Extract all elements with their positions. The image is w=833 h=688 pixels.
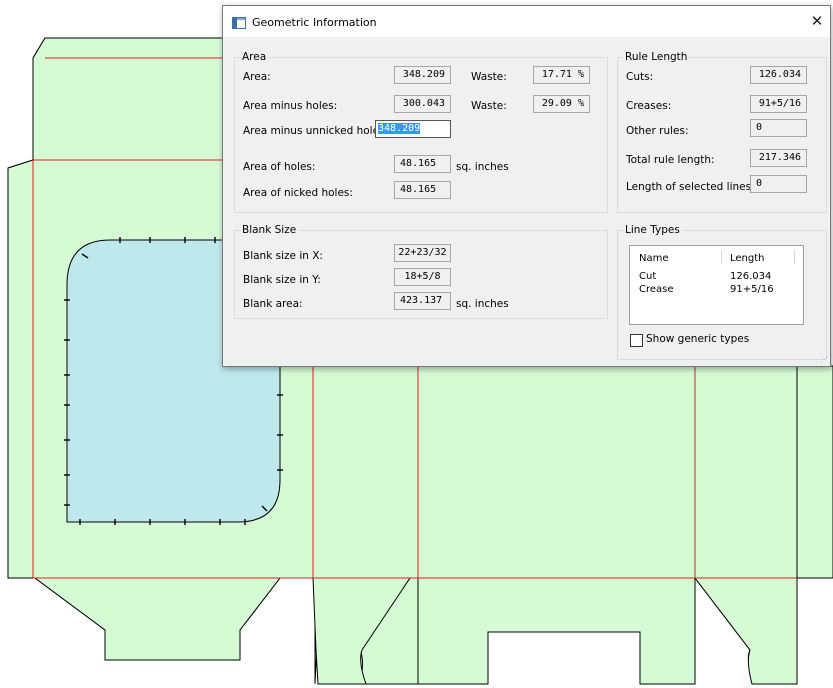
area-of-holes-value[interactable]: 48.165 — [394, 155, 451, 173]
selected-lines-length-label: Length of selected lines: — [626, 181, 755, 193]
dialog-title: Geometric Information — [252, 16, 377, 29]
line-type-row-name[interactable]: Crease — [639, 284, 674, 295]
waste-label-1: Waste: — [471, 71, 507, 83]
line-types-list[interactable]: Name Length Cut 126.034 Crease 91+5/16 — [629, 245, 804, 325]
resize-grip-icon[interactable]: ⋰ — [820, 355, 828, 364]
blank-size-x-label: Blank size in X: — [243, 250, 323, 262]
blank-size-y-label: Blank size in Y: — [243, 274, 321, 286]
blank-size-y-value[interactable]: 18+5/8 — [394, 268, 451, 286]
area-value[interactable]: 348.209 — [394, 66, 451, 84]
line-type-row-length[interactable]: 91+5/16 — [730, 284, 774, 295]
selected-text: 348.209 — [378, 123, 421, 134]
blank-size-group-legend: Blank Size — [240, 224, 299, 236]
blank-size-x-value[interactable]: 22+23/32 — [394, 244, 451, 262]
rule-length-group-legend: Rule Length — [623, 51, 690, 63]
line-type-row-name[interactable]: Cut — [639, 271, 656, 282]
selected-lines-length-value[interactable]: 0 — [750, 175, 807, 193]
close-button[interactable]: ✕ — [804, 6, 830, 37]
blank-size-group: Blank Size Blank size in X: 22+23/32 Bla… — [234, 224, 608, 319]
area-group-legend: Area — [240, 51, 269, 63]
rule-length-group: Rule Length Cuts: 126.034 Creases: 91+5/… — [617, 51, 827, 213]
creases-label: Creases: — [626, 100, 672, 112]
total-rule-length-label: Total rule length: — [626, 154, 715, 166]
area-of-nicked-holes-value[interactable]: 48.165 — [394, 181, 451, 199]
waste-value-1[interactable]: 17.71 % — [533, 66, 590, 84]
blank-area-value[interactable]: 423.137 — [394, 292, 451, 310]
blank-area-unit: sq. inches — [456, 298, 509, 310]
area-minus-unnicked-label: Area minus unnicked holes: — [243, 125, 389, 137]
line-type-row-length[interactable]: 126.034 — [730, 271, 771, 282]
show-generic-types-label[interactable]: Show generic types — [646, 333, 749, 345]
column-header-name[interactable]: Name — [639, 253, 669, 264]
column-separator — [794, 250, 795, 264]
geometric-information-dialog: Geometric Information ✕ Area Area: 348.2… — [222, 5, 831, 367]
waste-value-2[interactable]: 29.09 % — [533, 95, 590, 113]
column-header-length[interactable]: Length — [730, 253, 765, 264]
blank-area-label: Blank area: — [243, 298, 303, 310]
area-minus-holes-value[interactable]: 300.043 — [394, 95, 451, 113]
area-label: Area: — [243, 71, 271, 83]
area-group: Area Area: 348.209 Waste: 17.71 % Area m… — [234, 51, 608, 213]
cuts-value[interactable]: 126.034 — [750, 66, 807, 84]
area-of-nicked-holes-label: Area of nicked holes: — [243, 187, 353, 199]
window-app-icon — [232, 17, 246, 29]
area-minus-unnicked-value[interactable]: 348.209 — [375, 120, 451, 138]
line-types-group: Line Types Name Length Cut 126.034 Creas… — [617, 224, 827, 360]
waste-label-2: Waste: — [471, 100, 507, 112]
column-separator — [721, 250, 722, 264]
show-generic-types-checkbox[interactable] — [630, 334, 643, 347]
area-of-holes-unit: sq. inches — [456, 161, 509, 173]
dialog-titlebar[interactable]: Geometric Information ✕ — [223, 6, 830, 37]
total-rule-length-value[interactable]: 217.346 — [750, 149, 807, 167]
creases-value[interactable]: 91+5/16 — [750, 95, 807, 113]
cuts-label: Cuts: — [626, 71, 654, 83]
other-rules-value[interactable]: 0 — [750, 119, 807, 137]
area-minus-holes-label: Area minus holes: — [243, 100, 338, 112]
area-of-holes-label: Area of holes: — [243, 161, 316, 173]
other-rules-label: Other rules: — [626, 125, 689, 137]
line-types-group-legend: Line Types — [623, 224, 682, 236]
